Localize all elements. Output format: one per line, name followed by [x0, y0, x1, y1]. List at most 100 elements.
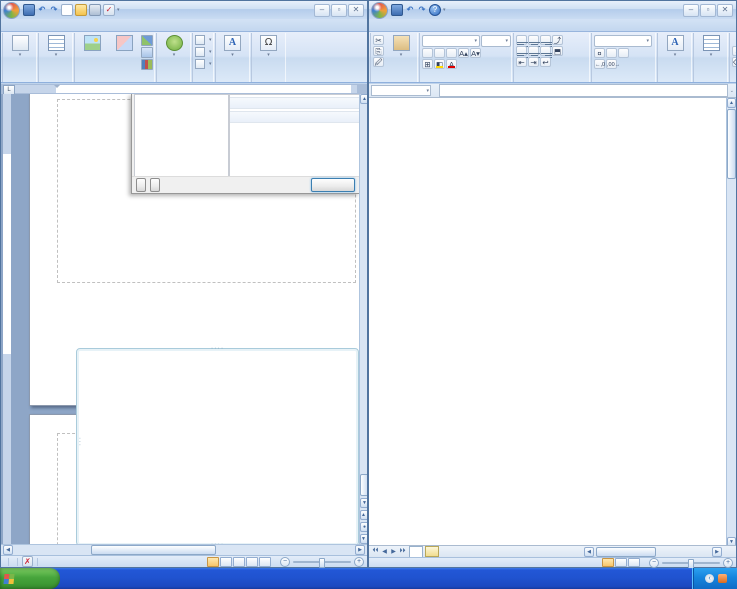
word-document-area[interactable]: ···· ···· ··· — [1, 94, 367, 546]
zoom-out-icon[interactable]: − — [649, 557, 659, 568]
bold-button[interactable] — [422, 48, 433, 58]
scrollbar-thumb[interactable] — [727, 109, 736, 179]
percent-icon[interactable] — [606, 48, 617, 58]
cells-button[interactable]: ▾ — [696, 34, 726, 59]
links-button[interactable]: ▾ — [159, 34, 189, 59]
table-button[interactable]: ▾ — [41, 34, 71, 59]
qat-more-icon[interactable]: ▾ — [443, 7, 446, 13]
scrollbar-thumb[interactable] — [596, 547, 656, 557]
excel-titlebar[interactable]: ↶ ↷ ? ▾ – ▫ ✕ — [369, 1, 736, 19]
undo-icon[interactable]: ↶ — [405, 5, 415, 15]
restore-button[interactable]: ▫ — [700, 3, 716, 17]
word-titlebar[interactable]: ↶ ↷ ✓ ▾ – ▫ ✕ — [1, 1, 367, 19]
decrease-decimal-icon[interactable]: ,00→ — [606, 59, 620, 69]
formula-input[interactable] — [439, 84, 728, 97]
redo-icon[interactable]: ↷ — [49, 5, 59, 15]
open-icon[interactable] — [75, 4, 87, 16]
manage-templates-button[interactable] — [136, 178, 146, 192]
paste-button[interactable]: ▾ — [386, 34, 416, 59]
proofing-icon[interactable]: ✗ — [22, 556, 33, 567]
close-button[interactable]: ✕ — [717, 3, 733, 17]
last-sheet-icon[interactable]: ⏵⏵ — [398, 548, 407, 555]
word-vertical-scrollbar[interactable]: ▲ ▼ ▲▲ ● ▼▼ — [359, 94, 367, 546]
increase-indent-icon[interactable]: ⇥ — [528, 57, 539, 67]
next-page-icon[interactable]: ▼▼ — [360, 534, 367, 544]
excel-horizontal-scrollbar[interactable]: ◀ ▶ — [584, 547, 722, 557]
zoom-slider[interactable] — [662, 558, 720, 569]
minimize-button[interactable]: – — [314, 3, 330, 17]
number-format-combo[interactable]: ▾ — [594, 35, 652, 47]
text-button[interactable]: A ▾ — [218, 34, 248, 59]
page-layout-view-icon[interactable] — [615, 558, 627, 567]
name-box[interactable]: ▾ — [371, 85, 431, 96]
ok-button[interactable] — [311, 178, 355, 192]
page-number-button[interactable]: ▾ — [195, 58, 212, 69]
align-middle-icon[interactable] — [528, 35, 540, 47]
qat-more-icon[interactable]: ▾ — [117, 7, 120, 13]
zoom-in-icon[interactable]: + — [354, 556, 364, 567]
merge-center-icon[interactable]: ⬒ — [552, 46, 563, 56]
fill-color-button[interactable]: ◧ — [434, 59, 445, 69]
fullscreen-view-icon[interactable] — [220, 556, 232, 567]
font-size-combo[interactable]: ▾ — [481, 35, 511, 47]
word-horizontal-scrollbar[interactable]: ◀ ▶ — [1, 544, 367, 555]
insert-chart-dialog[interactable] — [131, 94, 359, 194]
worksheet-grid[interactable] — [369, 98, 726, 547]
font-name-combo[interactable]: ▾ — [422, 35, 480, 47]
insert-worksheet-icon[interactable] — [425, 546, 439, 557]
spelling-icon[interactable]: ✓ — [103, 4, 115, 16]
new-document-icon[interactable] — [61, 4, 73, 16]
orientation-icon[interactable]: ⤴ — [552, 35, 563, 45]
draft-view-icon[interactable] — [259, 556, 271, 567]
page-break-view-icon[interactable] — [628, 558, 640, 567]
outline-view-icon[interactable] — [246, 556, 258, 567]
zoom-out-icon[interactable]: − — [280, 556, 290, 567]
save-icon[interactable] — [391, 4, 403, 16]
currency-icon[interactable]: ¤ — [594, 48, 605, 58]
align-left-icon[interactable] — [516, 46, 528, 58]
excel-vertical-scrollbar[interactable]: ▲ ▼ — [726, 98, 736, 547]
autosum-icon[interactable] — [732, 35, 736, 45]
symbols-button[interactable]: Ω ▾ — [254, 34, 284, 59]
align-bottom-icon[interactable] — [540, 35, 552, 47]
tray-app-icon[interactable] — [718, 574, 727, 583]
previous-page-icon[interactable]: ▲▲ — [360, 510, 367, 520]
indent-marker[interactable] — [54, 85, 60, 93]
document-text[interactable] — [58, 201, 352, 223]
picture-button[interactable] — [77, 34, 107, 53]
styles-button[interactable]: A ▾ — [660, 34, 690, 59]
wrap-text-icon[interactable]: ↩ — [540, 57, 551, 67]
scroll-right-icon[interactable]: ▶ — [355, 545, 365, 555]
scroll-left-icon[interactable]: ◀ — [3, 545, 13, 555]
web-layout-icon[interactable] — [233, 556, 245, 567]
horizontal-ruler[interactable]: L — [1, 84, 367, 95]
scroll-right-icon[interactable]: ▶ — [712, 547, 722, 557]
underline-button[interactable] — [446, 48, 457, 58]
restore-button[interactable]: ▫ — [331, 3, 347, 17]
scroll-left-icon[interactable]: ◀ — [584, 547, 594, 557]
scroll-up-icon[interactable]: ▲ — [727, 98, 736, 108]
print-layout-icon[interactable] — [207, 556, 219, 567]
embedded-chart-object[interactable]: ···· ···· ··· — [76, 345, 359, 546]
comma-style-icon[interactable] — [618, 48, 629, 58]
shapes-icon[interactable] — [141, 35, 153, 46]
format-painter-icon[interactable]: 🖉 — [373, 57, 384, 67]
help-icon[interactable]: ? — [429, 4, 441, 16]
browse-object-icon[interactable]: ● — [360, 522, 367, 532]
clipart-button[interactable] — [109, 34, 139, 53]
office-button[interactable] — [3, 1, 20, 19]
hide-icons-icon[interactable]: ‹ — [705, 574, 714, 583]
scrollbar-thumb[interactable] — [360, 474, 367, 496]
chart-icon[interactable] — [141, 59, 153, 70]
align-center-icon[interactable] — [528, 46, 540, 58]
office-button[interactable] — [371, 1, 388, 19]
vertical-ruler[interactable] — [3, 94, 11, 546]
chart-gallery[interactable] — [229, 94, 359, 179]
align-right-icon[interactable] — [540, 46, 552, 58]
footer-button[interactable]: ▾ — [195, 46, 212, 57]
redo-icon[interactable]: ↷ — [417, 5, 427, 15]
save-icon[interactable] — [23, 4, 35, 16]
scroll-up-icon[interactable]: ▲ — [360, 94, 367, 104]
clear-icon[interactable]: ⌫ — [732, 57, 736, 67]
prev-sheet-icon[interactable]: ◀ — [380, 548, 389, 555]
